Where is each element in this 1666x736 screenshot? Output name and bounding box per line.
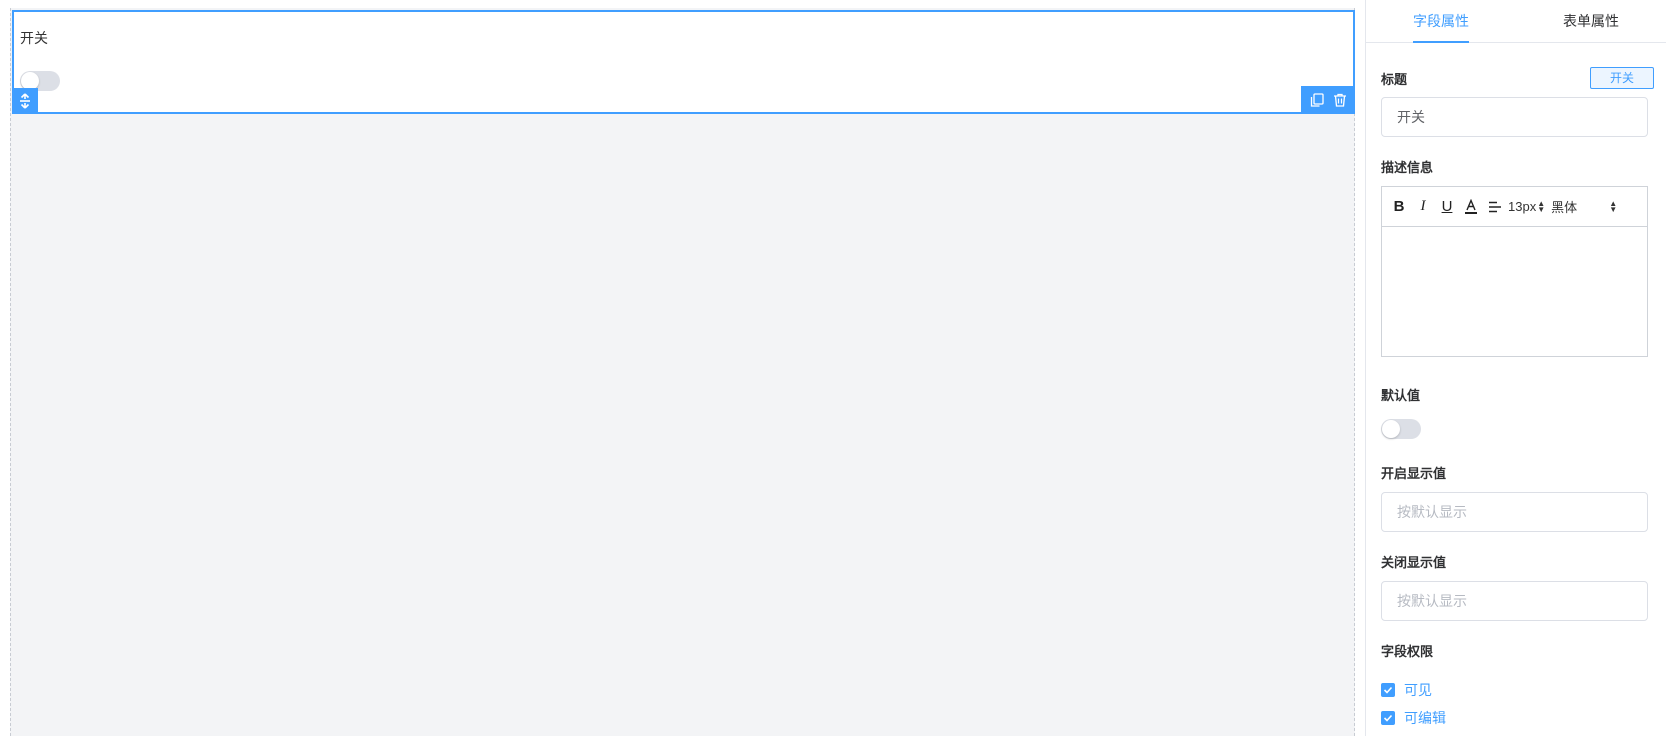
drop-area[interactable] xyxy=(10,8,1355,736)
underline-button[interactable]: U xyxy=(1436,196,1458,218)
off-value-section: 关闭显示值 xyxy=(1381,552,1654,621)
description-section: 描述信息 B I U 13px ▲ ▼ 黑体 ▲ ▼ xyxy=(1381,157,1654,357)
font-color-icon[interactable] xyxy=(1460,196,1482,218)
drag-handle-icon[interactable] xyxy=(12,88,38,114)
bold-button[interactable]: B xyxy=(1388,196,1410,218)
checkbox-checked-icon[interactable] xyxy=(1381,683,1395,697)
permission-label: 字段权限 xyxy=(1381,644,1434,659)
font-size-value: 13px xyxy=(1508,199,1537,214)
copy-icon[interactable] xyxy=(1307,90,1327,110)
design-canvas: 开关 xyxy=(0,0,1365,736)
switch-field-card[interactable]: 开关 xyxy=(12,10,1355,114)
field-type-badge: 开关 xyxy=(1590,67,1654,89)
title-label: 标题 xyxy=(1381,71,1408,87)
align-left-icon[interactable] xyxy=(1484,196,1506,218)
font-family-select[interactable]: 黑体 ▲ ▼ xyxy=(1551,197,1617,216)
form-designer: 开关 字段属性 表单属性 标题 开关 开关 描述信息 B I U 13px ▲ … xyxy=(0,0,1666,736)
font-size-select[interactable]: 13px ▲ ▼ xyxy=(1508,199,1545,214)
off-value-label: 关闭显示值 xyxy=(1381,555,1447,570)
permission-editable[interactable]: 可编辑 xyxy=(1381,704,1654,732)
editor-content[interactable] xyxy=(1382,227,1647,357)
properties-panel: 字段属性 表单属性 标题 开关 描述信息 B I U xyxy=(1365,0,1666,736)
italic-button[interactable]: I xyxy=(1412,196,1434,218)
on-value-section: 开启显示值 xyxy=(1381,463,1654,532)
title-input[interactable] xyxy=(1381,97,1648,137)
on-value-label: 开启显示值 xyxy=(1381,466,1447,481)
description-label: 描述信息 xyxy=(1381,160,1434,175)
default-switch-wrap xyxy=(1381,419,1421,439)
select-arrows-icon: ▲ ▼ xyxy=(1609,198,1618,214)
tab-form-properties[interactable]: 表单属性 xyxy=(1516,0,1666,42)
permission-list: 可见 可编辑 xyxy=(1381,676,1654,732)
properties-body: 标题 开关 描述信息 B I U xyxy=(1366,67,1666,732)
default-label: 默认值 xyxy=(1381,388,1421,403)
editor-toolbar: B I U 13px ▲ ▼ 黑体 ▲ ▼ xyxy=(1382,187,1647,227)
trash-icon[interactable] xyxy=(1330,90,1350,110)
on-value-input[interactable] xyxy=(1381,492,1648,532)
off-value-input[interactable] xyxy=(1381,581,1648,621)
font-family-value: 黑体 xyxy=(1551,200,1578,215)
permission-editable-label: 可编辑 xyxy=(1404,710,1446,726)
rich-text-editor: B I U 13px ▲ ▼ 黑体 ▲ ▼ xyxy=(1381,186,1648,357)
checkbox-checked-icon[interactable] xyxy=(1381,711,1395,725)
permission-section: 字段权限 可见 可编辑 xyxy=(1381,641,1654,732)
panel-tabs: 字段属性 表单属性 xyxy=(1366,0,1666,43)
card-actions xyxy=(1301,86,1355,114)
field-label: 开关 xyxy=(20,30,48,46)
default-switch[interactable] xyxy=(1381,419,1421,439)
permission-visible[interactable]: 可见 xyxy=(1381,676,1654,704)
select-arrows-icon: ▲ ▼ xyxy=(1537,198,1546,214)
title-row: 标题 开关 xyxy=(1381,67,1654,89)
tab-field-properties[interactable]: 字段属性 xyxy=(1366,0,1516,43)
permission-visible-label: 可见 xyxy=(1404,682,1432,698)
default-section: 默认值 xyxy=(1381,385,1654,439)
